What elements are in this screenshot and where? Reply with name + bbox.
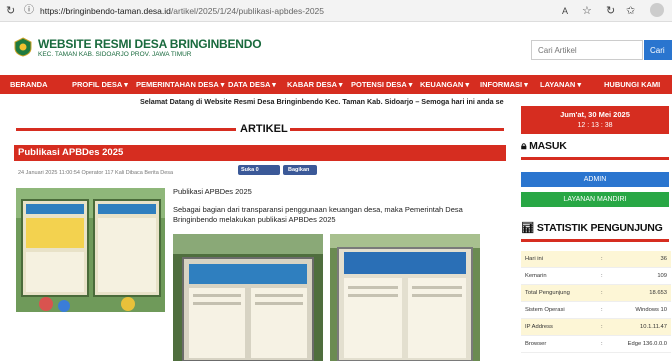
- post-title: Publikasi APBDes 2025: [18, 147, 124, 158]
- reload-icon[interactable]: ↻: [6, 3, 15, 19]
- url-host: https://bringinbendo-taman.desa.id: [40, 6, 171, 16]
- post-body-heading: Publikasi APBDes 2025: [173, 187, 252, 196]
- star-icon[interactable]: ☆: [582, 3, 592, 19]
- masuk-heading: 🔒︎ MASUK: [521, 140, 567, 152]
- stat-row: Hari ini:36: [521, 251, 671, 268]
- facebook-share-button[interactable]: Bagikan: [283, 165, 317, 175]
- visitor-stats-table: Hari ini:36 Kemarin:109 Total Pengunjung…: [521, 251, 671, 353]
- site-title: WEBSITE RESMI DESA BRINGINBENDO: [38, 37, 262, 51]
- nav-informasi[interactable]: INFORMASI ▾: [480, 75, 528, 94]
- bar-chart-icon: 📊︎: [521, 222, 537, 234]
- like-label: Suka 0: [241, 167, 259, 173]
- share-label: Bagikan: [288, 167, 310, 173]
- post-photo-1[interactable]: [173, 234, 323, 361]
- section-divider-right: [290, 128, 504, 131]
- post-body-text: Sebagai bagian dari transparansi penggun…: [173, 205, 463, 224]
- read-aloud-icon[interactable]: A: [562, 3, 568, 19]
- current-date: Jum'at, 30 Mei 2025: [560, 110, 630, 119]
- post-thumbnail-image[interactable]: [16, 188, 165, 312]
- profile-avatar[interactable]: [650, 3, 664, 17]
- facebook-like-button[interactable]: Suka 0: [238, 165, 280, 175]
- welcome-marquee: Selamat Datang di Website Resmi Desa Bri…: [140, 97, 504, 106]
- village-logo-icon: [14, 37, 32, 57]
- favorites-icon[interactable]: ✩: [626, 3, 635, 19]
- post-title-bar: Publikasi APBDes 2025: [14, 145, 506, 161]
- nav-layanan[interactable]: LAYANAN ▾: [540, 75, 581, 94]
- url-path: /artikel/2025/1/24/publikasi-apbdes-2025: [170, 6, 325, 16]
- search-input[interactable]: [531, 40, 643, 60]
- refresh-page-icon[interactable]: ↻: [606, 3, 615, 19]
- stat-divider: [521, 239, 669, 242]
- nav-potensi-desa[interactable]: POTENSI DESA ▾: [351, 75, 412, 94]
- masuk-divider: [521, 157, 669, 160]
- section-title: ARTIKEL: [240, 123, 288, 135]
- admin-login-button[interactable]: ADMIN: [521, 172, 669, 187]
- lock-icon: 🔒︎: [521, 140, 530, 152]
- stat-row: IP Address:10.1.11.47: [521, 319, 671, 336]
- address-bar[interactable]: https://bringinbendo-taman.desa.id/artik…: [40, 4, 324, 18]
- browser-toolbar: ↻ ⓘ https://bringinbendo-taman.desa.id/a…: [0, 0, 672, 22]
- section-divider-left: [16, 128, 236, 131]
- site-info-icon[interactable]: ⓘ: [24, 3, 34, 19]
- main-nav: BERANDA PROFIL DESA ▾ PEMERINTAHAN DESA …: [0, 75, 672, 94]
- post-meta: 24 Januari 2025 11:00:54 Operator 117 Ka…: [18, 170, 174, 176]
- nav-hubungi-kami[interactable]: HUBUNGI KAMI: [604, 75, 660, 94]
- nav-beranda[interactable]: BERANDA: [10, 75, 48, 94]
- stat-row: Kemarin:109: [521, 268, 671, 285]
- post-photo-2[interactable]: [330, 234, 480, 361]
- stat-row: Sistem Operasi: Windows 10: [521, 302, 671, 319]
- search-button[interactable]: Cari: [644, 40, 672, 60]
- nav-keuangan[interactable]: KEUANGAN ▾: [420, 75, 469, 94]
- stat-heading: 📊︎ STATISTIK PENGUNJUNG: [521, 222, 663, 234]
- current-time: 12 : 13 : 38: [577, 122, 613, 129]
- nav-kabar-desa[interactable]: KABAR DESA ▾: [287, 75, 343, 94]
- stat-row: Browser: Edge 136.0.0.0: [521, 336, 671, 353]
- site-subtitle: KEC. TAMAN KAB. SIDOARJO PROV. JAWA TIMU…: [38, 51, 192, 58]
- nav-data-desa[interactable]: DATA DESA ▾: [228, 75, 276, 94]
- stat-row: Total Pengunjung:18.653: [521, 285, 671, 302]
- nav-profil-desa[interactable]: PROFIL DESA ▾: [72, 75, 128, 94]
- layanan-mandiri-button[interactable]: LAYANAN MANDIRI: [521, 192, 669, 207]
- date-time-box: Jum'at, 30 Mei 2025 12 : 13 : 38: [521, 106, 669, 134]
- nav-pemerintahan-desa[interactable]: PEMERINTAHAN DESA ▾: [136, 75, 224, 94]
